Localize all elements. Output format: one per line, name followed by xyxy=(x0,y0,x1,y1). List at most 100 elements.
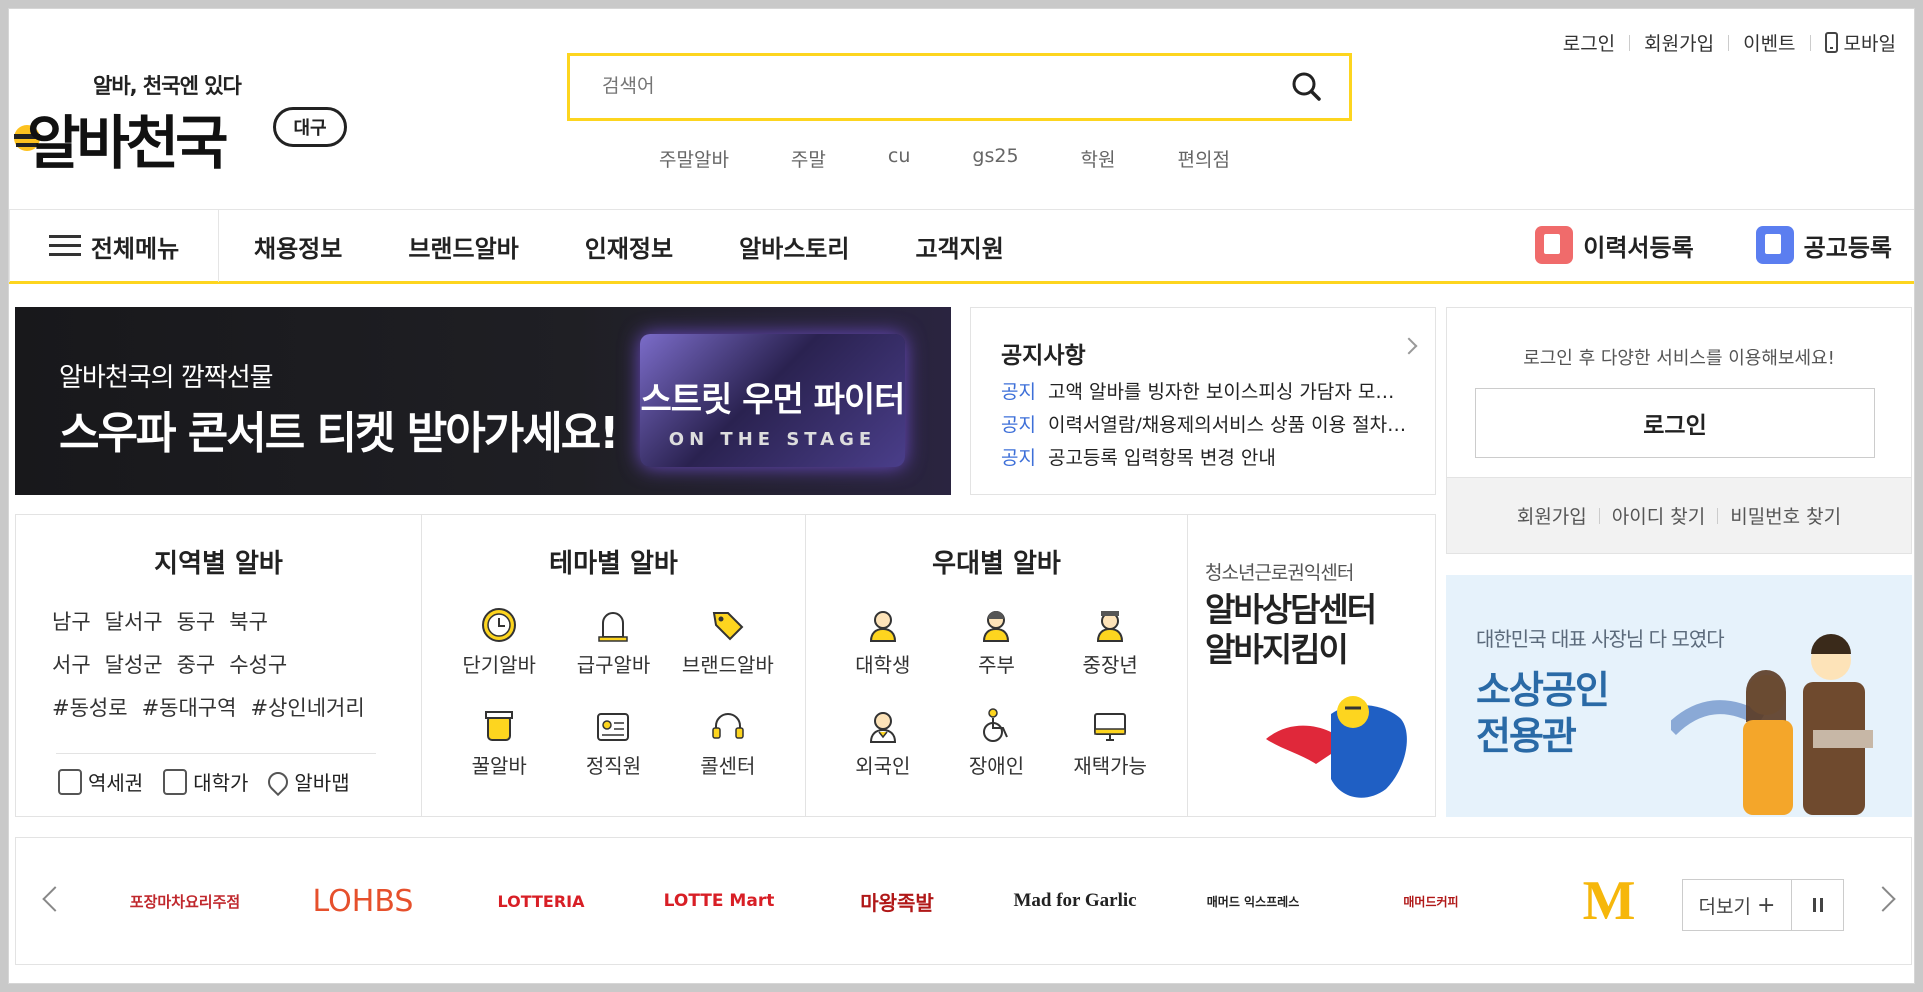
resume-register-button[interactable]: 이력서등록 xyxy=(1535,226,1694,264)
theme-item-callcenter[interactable]: 콜센터 xyxy=(671,706,785,779)
quick-links: 역세권 대학가 알바맵 xyxy=(58,767,350,796)
subway-icon xyxy=(58,768,82,795)
brand-logo[interactable]: Mad for Garlic xyxy=(986,890,1164,912)
main-banner[interactable]: 알바천국의 깜짝선물 스우파 콘서트 티켓 받아가세요! 스트릿 우먼 파이터 … xyxy=(15,307,951,495)
tag-icon xyxy=(712,612,744,641)
theme-item-brand[interactable]: 브랜드알바 xyxy=(671,605,785,678)
notice-item[interactable]: 공지 공고등록 입력항목 변경 안내 xyxy=(1001,442,1411,475)
region-link[interactable]: 달서구 xyxy=(105,610,163,634)
search-input[interactable] xyxy=(600,75,1287,99)
all-menu-label: 전체메뉴 xyxy=(90,234,180,263)
main-menu: 채용정보 브랜드알바 인재정보 알바스토리 고객지원 xyxy=(254,210,1070,282)
notice-box: 공지사항 공지 고액 알바를 빙자한 보이스피싱 가담자 모집 주의 공지 이력서열… xyxy=(970,307,1436,495)
brand-logo[interactable]: M xyxy=(1520,869,1698,933)
theme-item-honey[interactable]: 꿀알바 xyxy=(442,706,556,779)
region-link[interactable]: 북구 xyxy=(229,610,268,634)
id-card-icon xyxy=(597,713,630,741)
logo-name: 알바천국 xyxy=(27,109,228,177)
middle-aged-icon xyxy=(1097,611,1124,642)
keyword-link[interactable]: gs25 xyxy=(972,145,1018,172)
region-link[interactable]: #동성로 xyxy=(52,696,128,720)
region-link[interactable]: 달성군 xyxy=(105,653,163,677)
post-register-label: 공고등록 xyxy=(1803,233,1892,262)
student-icon xyxy=(869,611,896,642)
nav-item-story[interactable]: 알바스토리 xyxy=(739,229,849,264)
util-mobile-link[interactable]: 모바일 xyxy=(1824,29,1896,56)
region-title: 지역별 알바 xyxy=(154,549,283,579)
brand-logo[interactable]: 포장마차요리주점 xyxy=(96,891,274,912)
all-menu-button[interactable]: 전체메뉴 xyxy=(9,210,219,282)
popular-keywords: 주말알바 주말 cu gs25 학원 편의점 xyxy=(659,145,1292,172)
foreigner-icon xyxy=(869,712,896,743)
post-icon xyxy=(1755,226,1794,264)
keyword-link[interactable]: 주말알바 xyxy=(659,145,729,172)
benefit-item-middleage[interactable]: 중장년 xyxy=(1053,605,1167,678)
benefit-item-student[interactable]: 대학생 xyxy=(826,605,940,678)
brand-logo[interactable]: LOHBS xyxy=(274,884,452,919)
alba-map-link[interactable]: 알바맵 xyxy=(264,767,350,796)
nav-item-jobs[interactable]: 채용정보 xyxy=(254,229,342,264)
keyword-link[interactable]: 주말 xyxy=(791,145,826,172)
signup-link[interactable]: 회원가입 xyxy=(1517,502,1587,529)
map-pin-icon xyxy=(264,767,293,796)
resume-icon xyxy=(1535,226,1574,264)
post-register-button[interactable]: 공고등록 xyxy=(1755,226,1892,264)
region-badge[interactable]: 대구 xyxy=(273,107,347,147)
find-id-link[interactable]: 아이디 찾기 xyxy=(1612,502,1705,529)
theme-item-fulltime[interactable]: 정직원 xyxy=(556,706,670,779)
brand-logo[interactable]: LOTTE Mart xyxy=(630,891,808,911)
nav-actions: 이력서등록 공고등록 xyxy=(1535,226,1892,264)
login-button[interactable]: 로그인 xyxy=(1475,388,1875,458)
brand-logo[interactable]: 매머드커피 xyxy=(1342,893,1520,910)
nav-item-talent[interactable]: 인재정보 xyxy=(585,229,673,264)
find-password-link[interactable]: 비밀번호 찾기 xyxy=(1730,502,1841,529)
keyword-link[interactable]: 편의점 xyxy=(1178,145,1230,172)
benefit-item-foreigner[interactable]: 외국인 xyxy=(826,706,940,779)
util-signup-link[interactable]: 회원가입 xyxy=(1644,29,1714,56)
theme-item-urgent[interactable]: 급구알바 xyxy=(556,605,670,678)
notice-title: 공지사항 xyxy=(1001,343,1086,369)
station-area-link[interactable]: 역세권 xyxy=(58,767,143,796)
keyword-link[interactable]: cu xyxy=(888,145,911,172)
login-message: 로그인 후 다양한 서비스를 이용해보세요! xyxy=(1523,348,1835,369)
region-link[interactable]: 동구 xyxy=(177,610,216,634)
theme-item-short[interactable]: 단기알바 xyxy=(442,605,556,678)
brand-logo[interactable]: 마왕족발 xyxy=(808,887,986,916)
region-link[interactable]: 수성구 xyxy=(229,653,287,677)
region-link[interactable]: 서구 xyxy=(52,653,91,677)
banner-title: 스우파 콘서트 티켓 받아가세요! xyxy=(59,408,619,459)
region-link[interactable]: #동대구역 xyxy=(142,696,237,720)
region-link[interactable]: #상인네거리 xyxy=(250,696,364,720)
carousel-prev-icon[interactable] xyxy=(42,886,68,912)
university-area-link[interactable]: 대학가 xyxy=(163,767,248,796)
plus-icon: + xyxy=(1757,892,1776,918)
small-business-banner[interactable]: 대한민국 대표 사장님 다 모였다 소상공인 전용관 xyxy=(1446,575,1912,817)
region-link[interactable]: 중구 xyxy=(177,653,216,677)
nav-item-brand[interactable]: 브랜드알바 xyxy=(408,229,518,264)
mobile-phone-icon xyxy=(1824,32,1838,53)
brand-logo[interactable]: LOTTERIA xyxy=(452,892,630,911)
region-link[interactable]: 남구 xyxy=(52,610,91,634)
site-logo[interactable]: 알바, 천국엔 있다 알바천국 대구 xyxy=(13,64,353,177)
keyword-link[interactable]: 학원 xyxy=(1081,145,1116,172)
brand-logo[interactable]: 매머드 익스프레스 xyxy=(1164,893,1342,910)
search-icon[interactable] xyxy=(1287,67,1327,107)
util-event-link[interactable]: 이벤트 xyxy=(1743,29,1795,56)
util-login-link[interactable]: 로그인 xyxy=(1563,29,1615,56)
promo1-subtitle: 청소년근로권익센터 xyxy=(1205,562,1354,584)
notice-item[interactable]: 공지 이력서열람/채용제의서비스 상품 이용 절차 변경 xyxy=(1001,409,1411,442)
benefit-item-housewife[interactable]: 주부 xyxy=(940,605,1054,678)
brand-carousel: 포장마차요리주점 LOHBS LOTTERIA LOTTE Mart 마왕족발 … xyxy=(15,837,1912,965)
theme-grid: 단기알바 급구알바 브랜드알바 꿀알바 정직원 콜센터 xyxy=(442,605,785,779)
nav-item-support[interactable]: 고객지원 xyxy=(915,229,1003,264)
brand-logo-list: 포장마차요리주점 LOHBS LOTTERIA LOTTE Mart 마왕족발 … xyxy=(96,838,1698,964)
carousel-next-icon[interactable] xyxy=(1870,886,1896,912)
brand-more-button[interactable]: 더보기 + xyxy=(1682,879,1792,931)
notice-item[interactable]: 공지 고액 알바를 빙자한 보이스피싱 가담자 모집 주의 xyxy=(1001,376,1411,409)
chevron-right-icon[interactable] xyxy=(1400,337,1418,355)
carousel-pause-button[interactable] xyxy=(1792,879,1844,931)
benefit-item-remote[interactable]: 재택가능 xyxy=(1053,706,1167,779)
benefit-grid: 대학생 주부 중장년 외국인 장애인 재택가능 xyxy=(826,605,1167,779)
benefit-item-disabled[interactable]: 장애인 xyxy=(940,706,1054,779)
youth-labor-banner[interactable]: 청소년근로권익센터 알바상담센터 알바지킴이 xyxy=(1181,514,1436,817)
